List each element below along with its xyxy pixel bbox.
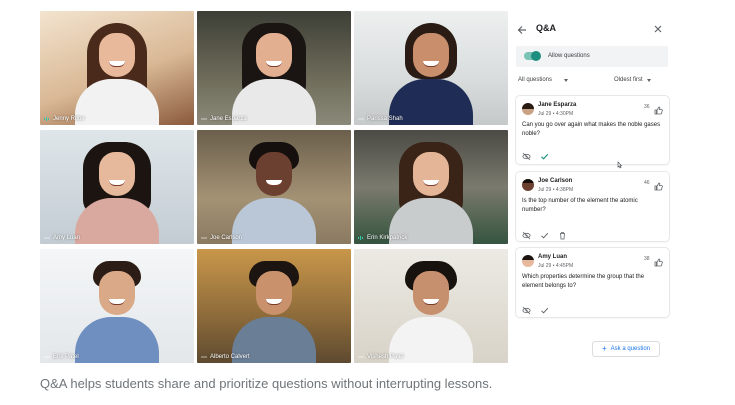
question-time: Jul 29 • 4:30PM: [538, 111, 574, 117]
participant-tile[interactable]: Erik Patel: [40, 249, 194, 363]
participant-video: [383, 259, 479, 363]
question-card[interactable]: Jane Esparza Jul 29 • 4:30PM 36 Can you …: [516, 96, 669, 169]
participant-video: [226, 140, 322, 244]
mark-answered-icon[interactable]: [540, 302, 549, 314]
caption: Q&A helps students share and prioritize …: [40, 376, 493, 391]
thumbs-up-icon[interactable]: [654, 178, 663, 191]
sort-dropdown[interactable]: Oldest first: [614, 77, 651, 83]
question-text: Can you go over again what makes the nob…: [522, 122, 661, 137]
muted-icon: [44, 235, 50, 241]
speaking-icon: [44, 116, 50, 122]
allow-questions-label: Allow questions: [548, 53, 590, 59]
participant-name: Amy Luan: [53, 235, 81, 241]
participant-name: Jane Esparza: [210, 116, 247, 122]
participant-video: [383, 140, 479, 244]
qa-panel: Q&A Allow questions All questions Oldest…: [508, 11, 674, 363]
participant-tile[interactable]: Joe Carlson: [197, 130, 351, 244]
participant-name: Erin Kirkpatrick: [367, 235, 408, 241]
upvote-count: 36: [644, 104, 650, 110]
participant-video: [226, 21, 322, 125]
close-icon[interactable]: [653, 21, 663, 33]
question-card[interactable]: Joe Carlson Jul 29 • 4:38PM 46 Is the to…: [516, 172, 669, 241]
hide-icon[interactable]: [522, 302, 531, 315]
avatar: [522, 103, 534, 115]
allow-questions-row: Allow questions: [516, 46, 668, 67]
participant-name: Alberto Calvert: [210, 354, 250, 360]
muted-icon: [358, 354, 364, 360]
sort-label: Oldest first: [614, 77, 643, 83]
allow-questions-toggle[interactable]: [524, 51, 541, 61]
participant-name: Jenny Ritter: [53, 116, 86, 122]
question-author: Joe Carlson: [538, 178, 573, 184]
mark-answered-icon[interactable]: [540, 227, 549, 239]
participant-video: [69, 140, 165, 244]
participant-name: Joe Carlson: [210, 235, 243, 241]
plus-icon: +: [601, 344, 607, 353]
participant-video: [383, 21, 479, 125]
participant-name: Parissa Shah: [367, 116, 403, 122]
question-author: Amy Luan: [538, 254, 568, 260]
participant-video: [226, 259, 322, 363]
participant-tile[interactable]: Erin Kirkpatrick: [354, 130, 508, 244]
participant-video: [69, 21, 165, 125]
participant-name: Erik Patel: [53, 354, 79, 360]
participant-name: Vishesh Patel: [367, 354, 404, 360]
question-text: Which properties determine the group tha…: [522, 274, 645, 289]
participant-tile[interactable]: Jenny Ritter: [40, 11, 194, 125]
ask-question-label: Ask a question: [610, 346, 651, 352]
question-time: Jul 29 • 4:38PM: [538, 187, 574, 193]
hide-icon[interactable]: [522, 148, 531, 161]
speaking-icon: [358, 235, 364, 241]
thumbs-up-icon[interactable]: [654, 254, 663, 267]
mark-answered-icon[interactable]: [540, 148, 549, 160]
participant-tile[interactable]: Parissa Shah: [354, 11, 508, 125]
participant-video: [69, 259, 165, 363]
panel-title: Q&A: [536, 23, 556, 33]
hide-icon[interactable]: [522, 227, 531, 240]
question-filter-dropdown[interactable]: All questions: [518, 77, 569, 83]
participant-tile[interactable]: Alberto Calvert: [197, 249, 351, 363]
upvote-count: 38: [644, 256, 650, 262]
video-grid: Jenny Ritter Jane Esparza Parissa Shah A…: [40, 11, 508, 363]
question-time: Jul 29 • 4:45PM: [538, 263, 574, 269]
question-text: Is the top number of the element the ato…: [522, 198, 638, 213]
chevron-down-icon: [564, 78, 569, 82]
muted-icon: [201, 116, 207, 122]
filter-label: All questions: [518, 77, 553, 83]
question-card[interactable]: Amy Luan Jul 29 • 4:45PM 38 Which proper…: [516, 248, 669, 317]
back-arrow-icon[interactable]: [517, 22, 527, 34]
participant-tile[interactable]: Jane Esparza: [197, 11, 351, 125]
participant-tile[interactable]: Vishesh Patel: [354, 249, 508, 363]
upvote-count: 46: [644, 180, 650, 186]
avatar: [522, 255, 534, 267]
question-author: Jane Esparza: [538, 102, 577, 108]
chevron-down-icon: [646, 78, 651, 82]
muted-icon: [44, 354, 50, 360]
muted-icon: [358, 116, 364, 122]
avatar: [522, 179, 534, 191]
muted-icon: [201, 235, 207, 241]
thumbs-up-icon[interactable]: [654, 102, 663, 115]
participant-tile[interactable]: Amy Luan: [40, 130, 194, 244]
delete-icon[interactable]: [558, 227, 567, 240]
ask-question-button[interactable]: + Ask a question: [592, 341, 660, 357]
muted-icon: [201, 354, 207, 360]
cursor-icon: [616, 156, 624, 169]
